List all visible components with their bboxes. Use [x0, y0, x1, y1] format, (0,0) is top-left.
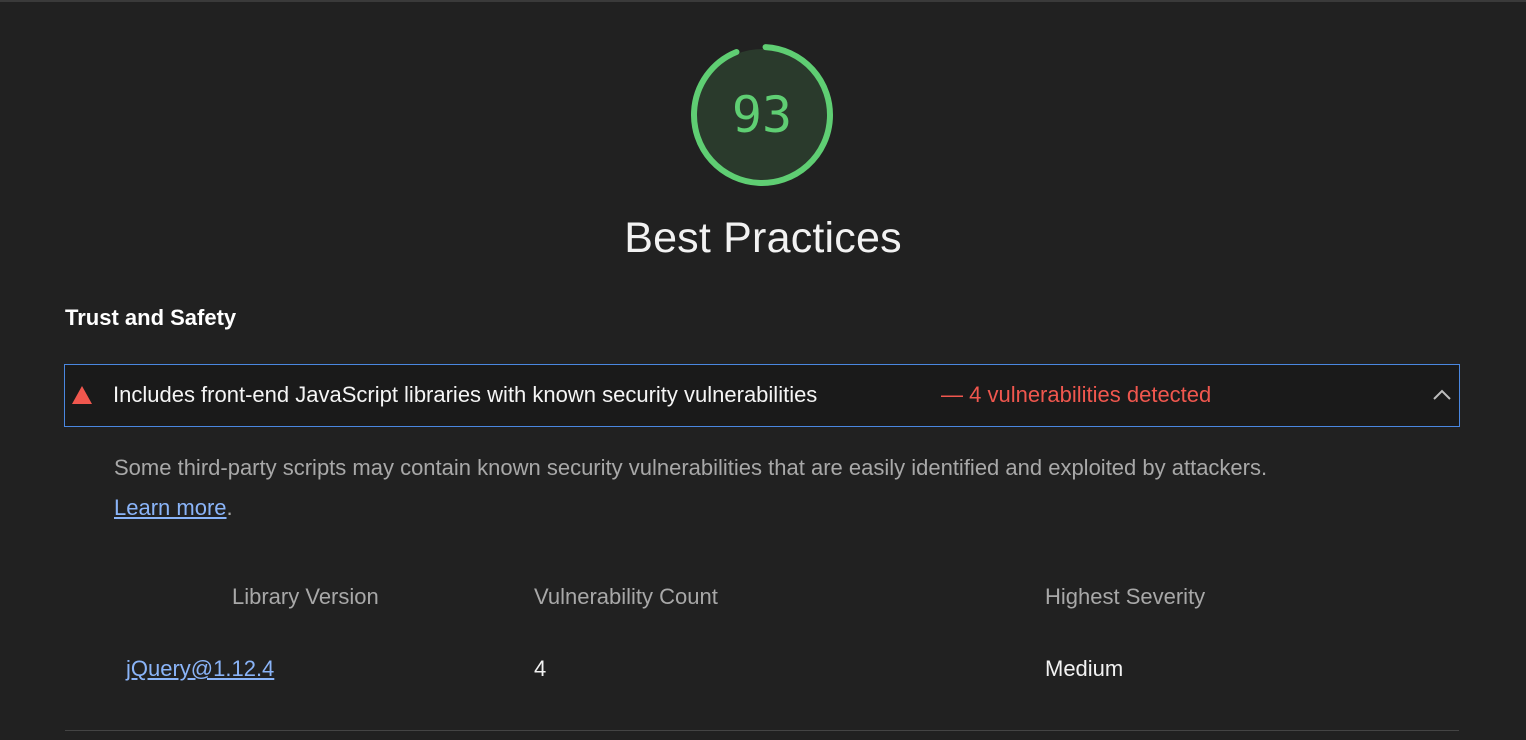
score-gauge[interactable]: 93	[689, 42, 835, 188]
audit-description-text: Some third-party scripts may contain kno…	[114, 455, 1268, 480]
category-title: Best Practices	[624, 214, 902, 262]
fail-triangle-icon	[72, 386, 92, 404]
column-header-library-version: Library Version	[232, 584, 379, 609]
audit-display-value: — 4 vulnerabilities detected	[941, 382, 1212, 407]
severity-cell: Medium	[1045, 656, 1124, 681]
audit-header-toggle[interactable]: Includes front-end JavaScript libraries …	[64, 364, 1460, 427]
column-header-highest-severity: Highest Severity	[1045, 584, 1206, 609]
learn-more-link[interactable]: Learn more	[114, 495, 227, 520]
report-panel: 93 Best Practices Trust and Safety Inclu…	[0, 0, 1526, 740]
audit-description: Some third-party scripts may contain kno…	[114, 448, 1434, 528]
group-title: Trust and Safety	[65, 305, 237, 330]
score-value: 93	[731, 86, 793, 144]
vulnerability-count-cell: 4	[534, 656, 547, 681]
library-link[interactable]: jQuery@1.12.4	[126, 656, 274, 682]
audit-title: Includes front-end JavaScript libraries …	[113, 382, 818, 407]
learn-more-suffix: .	[226, 495, 233, 520]
chevron-up-icon[interactable]	[1429, 382, 1455, 408]
divider	[65, 730, 1459, 731]
column-header-vulnerability-count: Vulnerability Count	[534, 584, 718, 609]
